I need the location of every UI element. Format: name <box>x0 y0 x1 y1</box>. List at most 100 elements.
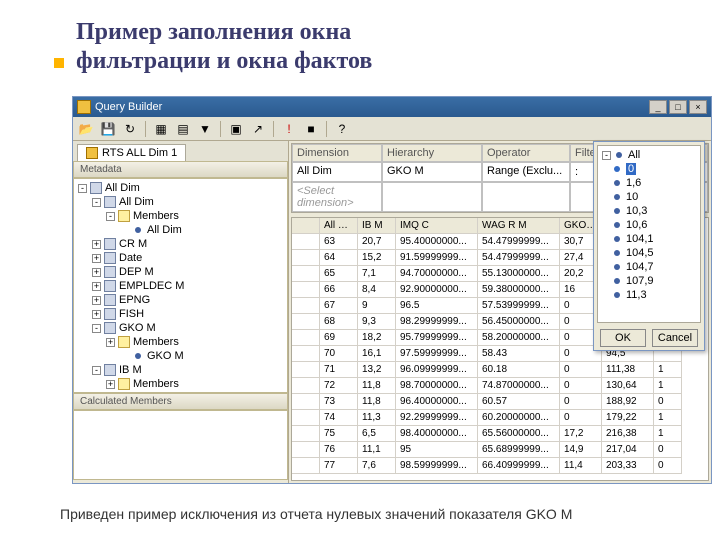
member-dot-icon <box>614 292 620 298</box>
tree-item-empldec-m[interactable]: +EMPLDEC M <box>76 279 285 293</box>
table-row[interactable]: 7411,392.29999999...60.20000000...0179,2… <box>292 410 708 426</box>
tree-item-all-dim[interactable]: All Dim <box>76 223 285 237</box>
tree-item-all-dim[interactable]: -All Dim <box>76 181 285 195</box>
filter-operator-empty[interactable] <box>482 182 570 212</box>
tree-item-ib-m[interactable]: -IB M <box>76 363 285 377</box>
popup-item[interactable]: 104,1 <box>600 232 698 246</box>
grid-icon[interactable]: ▤ <box>174 120 192 138</box>
tree-item-date[interactable]: +Date <box>76 251 285 265</box>
help-icon[interactable]: ? <box>333 120 351 138</box>
expander-icon[interactable]: + <box>106 338 115 347</box>
titlebar[interactable]: Query Builder _ □ × <box>73 97 711 117</box>
expander-icon[interactable]: - <box>602 151 611 160</box>
grid-header-WAG R M[interactable]: WAG R M <box>478 218 560 234</box>
member-list[interactable]: -All01,61010,310,6104,1104,5104,7107,911… <box>597 145 701 323</box>
member-dot-icon <box>135 227 141 233</box>
popup-item[interactable]: 10,3 <box>600 204 698 218</box>
grid-header-IMQ C[interactable]: IMQ C <box>396 218 478 234</box>
expander-icon[interactable]: + <box>92 310 101 319</box>
member-dot-icon <box>614 264 620 270</box>
slide-title-line1: Пример заполнения окна <box>76 19 351 45</box>
expander-icon[interactable]: - <box>92 324 101 333</box>
save-icon[interactable]: 💾 <box>99 120 117 138</box>
table-row[interactable]: 7211,898.70000000...74.87000000...0130,6… <box>292 378 708 394</box>
expander-icon[interactable]: - <box>106 212 115 221</box>
refresh-icon[interactable]: ↻ <box>121 120 139 138</box>
popup-item[interactable]: 0 <box>600 162 698 176</box>
expander-icon[interactable]: - <box>78 184 87 193</box>
cube-tab[interactable]: RTS ALL Dim 1 <box>77 144 186 161</box>
expander-icon[interactable]: - <box>92 198 101 207</box>
grid-cell: 55.13000000... <box>478 266 560 282</box>
expander-icon[interactable]: + <box>92 254 101 263</box>
metadata-tree[interactable]: -All Dim-All Dim-MembersAll Dim+CR M+Dat… <box>73 178 288 393</box>
expander-icon[interactable]: - <box>92 366 101 375</box>
cube-icon[interactable]: ▦ <box>152 120 170 138</box>
calc-body[interactable] <box>73 410 288 480</box>
stop-icon[interactable]: ■ <box>302 120 320 138</box>
table-row[interactable]: 756,598.40000000...65.56000000...17,2216… <box>292 426 708 442</box>
maximize-button[interactable]: □ <box>669 100 687 114</box>
grid-cell: 96.40000000... <box>396 394 478 410</box>
expander-icon[interactable]: + <box>106 380 115 389</box>
grid-cell: 216,38 <box>602 426 654 442</box>
member-dot-icon <box>614 250 620 256</box>
filter-icon[interactable]: ▼ <box>196 120 214 138</box>
run-icon[interactable]: ! <box>280 120 298 138</box>
table-icon[interactable]: ▣ <box>227 120 245 138</box>
grid-cell: 7,6 <box>358 458 396 474</box>
popup-item[interactable]: 104,7 <box>600 260 698 274</box>
popup-item[interactable]: 107,9 <box>600 274 698 288</box>
tree-label: FISH <box>119 308 144 320</box>
grid-cell <box>292 426 320 442</box>
expander-icon[interactable]: + <box>92 268 101 277</box>
tree-item-gko-m[interactable]: -GKO M <box>76 321 285 335</box>
expander-icon[interactable]: + <box>92 240 101 249</box>
query-builder-window: Query Builder _ □ × 📂 💾 ↻ ▦ ▤ ▼ ▣ ↗ ! ■ … <box>72 96 712 484</box>
cancel-button[interactable]: Cancel <box>652 329 698 347</box>
tree-item-gko-m[interactable]: GKO M <box>76 349 285 363</box>
popup-root-item[interactable]: -All <box>600 148 698 162</box>
members-icon <box>118 336 130 348</box>
popup-item[interactable]: 104,5 <box>600 246 698 260</box>
filter-hierarchy-empty[interactable] <box>382 182 482 212</box>
table-row[interactable]: 7113,296.09999999...60.180111,381 <box>292 362 708 378</box>
open-icon[interactable]: 📂 <box>77 120 95 138</box>
popup-item[interactable]: 10,6 <box>600 218 698 232</box>
grid-cell: 57.53999999... <box>478 298 560 314</box>
grid-cell: 65.56000000... <box>478 426 560 442</box>
table-row[interactable]: 7311,896.40000000...60.570188,920 <box>292 394 708 410</box>
tree-item-dep-m[interactable]: +DEP M <box>76 265 285 279</box>
tree-item-fish[interactable]: + FISH <box>76 307 285 321</box>
select-dimension-placeholder[interactable]: <Select dimension> <box>292 182 382 212</box>
grid-cell: 0 <box>654 442 682 458</box>
grid-cell: 1 <box>654 362 682 378</box>
tree-item-all-dim[interactable]: -All Dim <box>76 195 285 209</box>
filter-cell-2[interactable]: Range (Exclu... <box>482 162 570 182</box>
grid-header-IB M[interactable]: IB M <box>358 218 396 234</box>
popup-item[interactable]: 11,3 <box>600 288 698 302</box>
grid-cell: 7,1 <box>358 266 396 282</box>
popup-item-label: 107,9 <box>626 275 654 287</box>
popup-item[interactable]: 1,6 <box>600 176 698 190</box>
table-row[interactable]: 777,698.59999999...66.40999999...11,4203… <box>292 458 708 474</box>
tree-item-members[interactable]: +Members <box>76 335 285 349</box>
expander-icon[interactable]: + <box>92 296 101 305</box>
tree-item-members[interactable]: +Members <box>76 377 285 391</box>
popup-item[interactable]: 10 <box>600 190 698 204</box>
close-button[interactable]: × <box>689 100 707 114</box>
expander-icon[interactable]: + <box>92 282 101 291</box>
tree-item-members[interactable]: -Members <box>76 209 285 223</box>
filter-expression-value[interactable]: : <box>575 166 578 178</box>
minimize-button[interactable]: _ <box>649 100 667 114</box>
table-row[interactable]: 7611,19565.68999999...14,9217,040 <box>292 442 708 458</box>
grid-cell: 67 <box>320 298 358 314</box>
tree-item-epng[interactable]: +EPNG <box>76 293 285 307</box>
grid-header-blank[interactable] <box>292 218 320 234</box>
grid-header-All Dim[interactable]: All Dim <box>320 218 358 234</box>
filter-cell-1[interactable]: GKO M <box>382 162 482 182</box>
ok-button[interactable]: OK <box>600 329 646 347</box>
filter-cell-0[interactable]: All Dim <box>292 162 382 182</box>
export-icon[interactable]: ↗ <box>249 120 267 138</box>
tree-item-cr-m[interactable]: +CR M <box>76 237 285 251</box>
